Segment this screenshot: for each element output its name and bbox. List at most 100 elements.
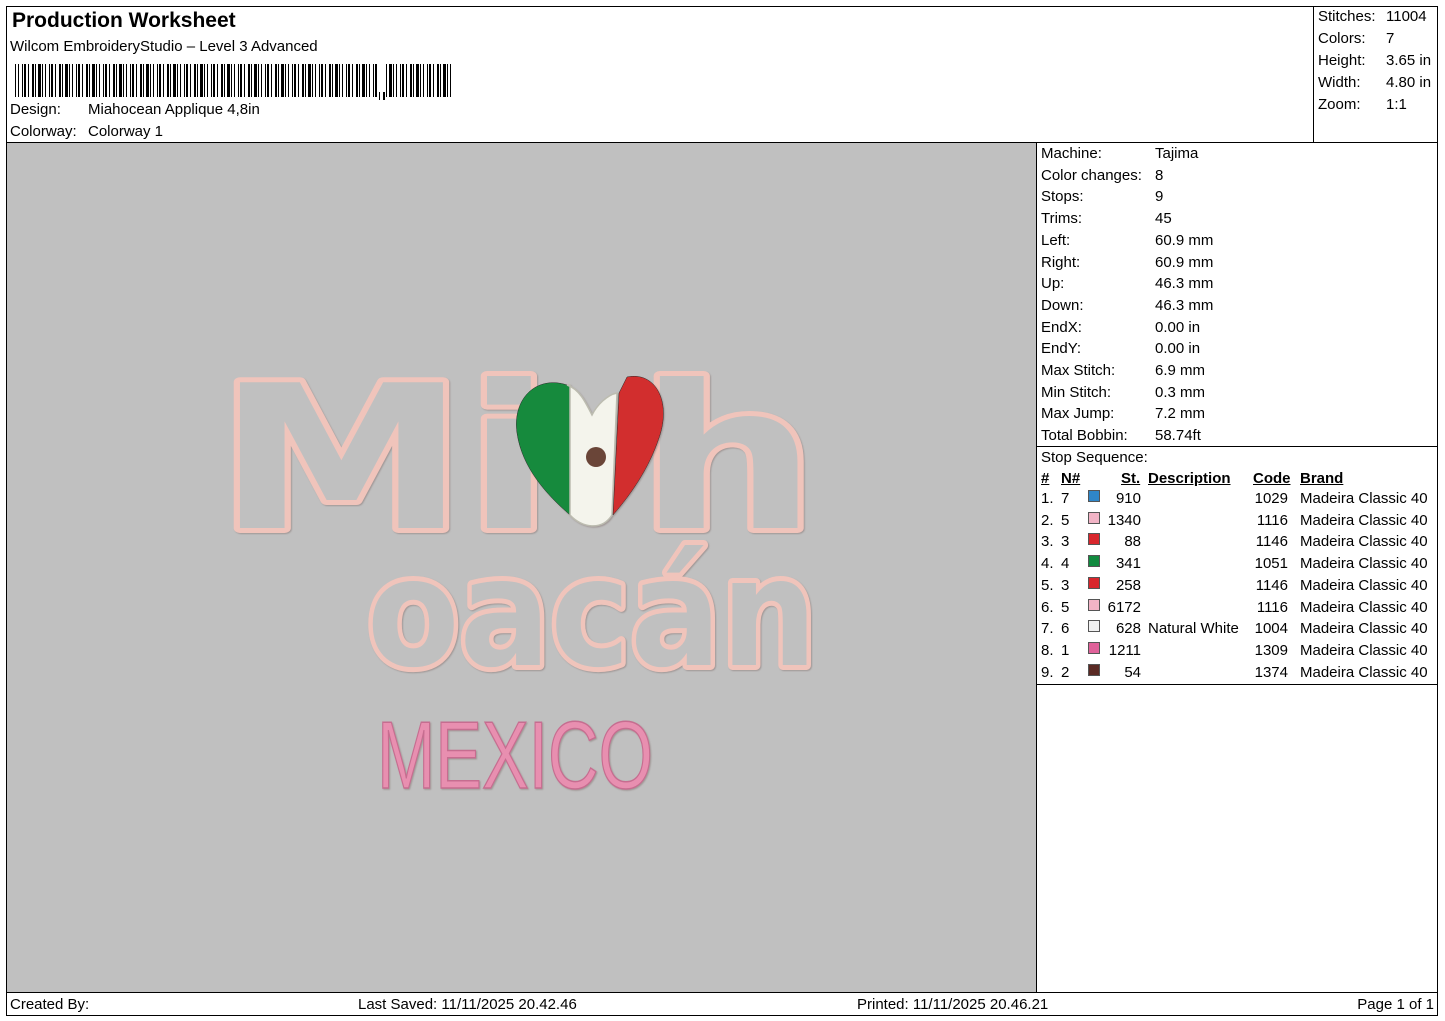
- stat-value: 7: [1386, 30, 1395, 47]
- machine-info-row: Color changes: 8: [1041, 167, 1163, 184]
- col-needle-header: N#: [1061, 470, 1081, 487]
- machine-info-panel: Machine: Tajima Color changes: 8 Stops: 9 Trim…: [1036, 143, 1438, 992]
- stop-num: 8.: [1041, 641, 1054, 659]
- machine-info-row: Right: 60.9 mm: [1041, 254, 1213, 271]
- stitch-count: 1340: [1107, 511, 1141, 529]
- machine-info-value: Tajima: [1155, 145, 1199, 162]
- machine-info-row: Min Stitch: 0.3 mm: [1041, 384, 1205, 401]
- stop-sequence-row: 5. 3 258 1146 Madeira Classic 40: [1037, 576, 1438, 599]
- stop-num: 3.: [1041, 533, 1054, 551]
- col-num-header: #: [1041, 470, 1050, 487]
- machine-info-value: 60.9 mm: [1155, 253, 1214, 271]
- colorway-value: Colorway 1: [88, 123, 164, 140]
- stitch-count: 88: [1124, 533, 1141, 551]
- thread-code: 1051: [1254, 555, 1288, 573]
- stop-sequence-row: 7. 6 628 Natural White 1004 Madeira Classic 4…: [1037, 620, 1438, 642]
- stop-num: 1.: [1041, 490, 1054, 507]
- machine-info-label: EndY:: [1041, 340, 1082, 358]
- machine-info-value: 7.2 mm: [1155, 405, 1206, 423]
- stat-label: Colors:: [1318, 30, 1366, 47]
- stitch-count: 1211: [1108, 641, 1141, 659]
- embroidery-preview: Mi h Mi h oacán oacán MEXICO: [212, 338, 822, 810]
- thread-brand: Madeira Classic 40: [1300, 490, 1428, 507]
- col-stitches-header: St.: [1121, 470, 1141, 487]
- thread-color-swatch: [1088, 490, 1100, 502]
- machine-info-label: Total Bobbin:: [1041, 427, 1128, 445]
- stitch-count: 628: [1115, 620, 1141, 638]
- eagle-emblem: [586, 447, 606, 467]
- stop-num: 2.: [1041, 511, 1054, 529]
- stop-sequence-row: 4. 4 341 1051 Madeira Classic 40: [1037, 555, 1438, 577]
- machine-info-row: Down: 46.3 mm: [1041, 297, 1213, 314]
- machine-info-row: Total Bobbin: 58.74ft: [1041, 427, 1201, 444]
- stitch-count: 341: [1115, 555, 1141, 573]
- divider: [1037, 684, 1438, 685]
- thread-brand: Madeira Classic 40: [1300, 576, 1428, 594]
- thread-color-swatch: [1088, 576, 1100, 589]
- design-row: Design: Miahocean Applique 4,8in: [10, 101, 260, 118]
- machine-info-row: Left: 60.9 mm: [1041, 232, 1213, 249]
- thread-brand: Madeira Classic 40: [1300, 620, 1428, 638]
- thread-code: 1029: [1254, 490, 1288, 507]
- thread-color-swatch: [1088, 511, 1100, 524]
- machine-info-label: Color changes:: [1041, 166, 1142, 184]
- machine-info-value: 0.3 mm: [1155, 383, 1206, 401]
- design-stats: Stitches: 11004 Colors: 7 Height: 3.65 in Widt…: [1314, 6, 1438, 143]
- col-code-header: Code: [1253, 470, 1291, 487]
- design-text-mexico: MEXICO: [377, 702, 653, 809]
- stat-value: 4.80 in: [1386, 74, 1432, 91]
- stat-label: Stitches:: [1318, 8, 1376, 25]
- machine-info-value: 6.9 mm: [1155, 362, 1206, 379]
- stop-sequence-row: 8. 1 1211 1309 Madeira Classic 40: [1037, 641, 1438, 664]
- thread-brand: Madeira Classic 40: [1300, 511, 1428, 529]
- thread-color-swatch: [1088, 555, 1100, 568]
- thread-description: Natural White: [1148, 620, 1239, 638]
- stop-sequence-row: 3. 3 88 1146 Madeira Classic 40: [1037, 533, 1438, 555]
- stat-row: Width: 4.80 in: [1318, 74, 1431, 91]
- stat-row: Height: 3.65 in: [1318, 52, 1431, 69]
- machine-info-row: EndY: 0.00 in: [1041, 340, 1200, 357]
- machine-info-value: 46.3 mm: [1155, 275, 1214, 293]
- stop-num: 5.: [1041, 576, 1054, 594]
- needle-number: 3: [1061, 533, 1070, 551]
- thread-color-swatch: [1088, 620, 1100, 633]
- thread-brand: Madeira Classic 40: [1300, 598, 1428, 616]
- stat-row: Zoom: 1:1: [1318, 96, 1407, 113]
- thread-brand: Madeira Classic 40: [1300, 641, 1428, 659]
- design-value: Miahocean Applique 4,8in: [88, 101, 260, 118]
- stat-label: Zoom:: [1318, 96, 1361, 113]
- stop-sequence-row: 6. 5 6172 1116 Madeira Classic 40: [1037, 598, 1438, 621]
- needle-number: 5: [1061, 511, 1070, 529]
- machine-info-value: 0.00 in: [1155, 318, 1201, 336]
- worksheet-footer: Created By: Last Saved: 11/11/2025 20.42…: [6, 992, 1438, 1016]
- machine-info-label: Trims:: [1041, 210, 1083, 228]
- machine-info-row: Max Jump: 7.2 mm: [1041, 405, 1205, 422]
- machine-info-label: Right:: [1041, 253, 1081, 271]
- thread-brand: Madeira Classic 40: [1300, 533, 1428, 551]
- machine-info-row: Trims: 45: [1041, 210, 1172, 227]
- thread-code: 1004: [1254, 620, 1288, 638]
- printed-date: Printed: 11/11/2025 20.46.21: [857, 996, 1049, 1013]
- machine-info-row: EndX: 0.00 in: [1041, 319, 1200, 336]
- design-text-line2-fill: oacán: [367, 527, 817, 701]
- machine-info-row: Up: 46.3 mm: [1041, 275, 1213, 292]
- software-name: Wilcom EmbroideryStudio – Level 3 Advanc…: [10, 38, 318, 55]
- machine-info-label: Min Stitch:: [1041, 383, 1112, 401]
- col-brand-header: Brand: [1300, 470, 1344, 487]
- stat-label: Height:: [1318, 52, 1366, 69]
- machine-info-row: Stops: 9: [1041, 188, 1163, 205]
- thread-brand: Madeira Classic 40: [1300, 555, 1428, 573]
- stat-value: 1:1: [1386, 96, 1407, 113]
- design-preview: Mi h Mi h oacán oacán MEXICO: [7, 143, 1036, 992]
- page-title: Production Worksheet: [12, 9, 236, 32]
- thread-code: 1116: [1256, 598, 1288, 616]
- needle-number: 7: [1061, 490, 1070, 507]
- stop-sequence-row: 1. 7 910 1029 Madeira Classic 40: [1037, 490, 1438, 512]
- barcode: [15, 64, 451, 100]
- thread-code: 1309: [1254, 641, 1288, 659]
- needle-number: 3: [1061, 576, 1070, 594]
- stop-sequence-row: 9. 2 54 1374 Madeira Classic 40: [1037, 663, 1438, 686]
- thread-color-swatch: [1088, 533, 1100, 546]
- needle-number: 4: [1061, 555, 1070, 573]
- machine-info-value: 9: [1155, 188, 1164, 206]
